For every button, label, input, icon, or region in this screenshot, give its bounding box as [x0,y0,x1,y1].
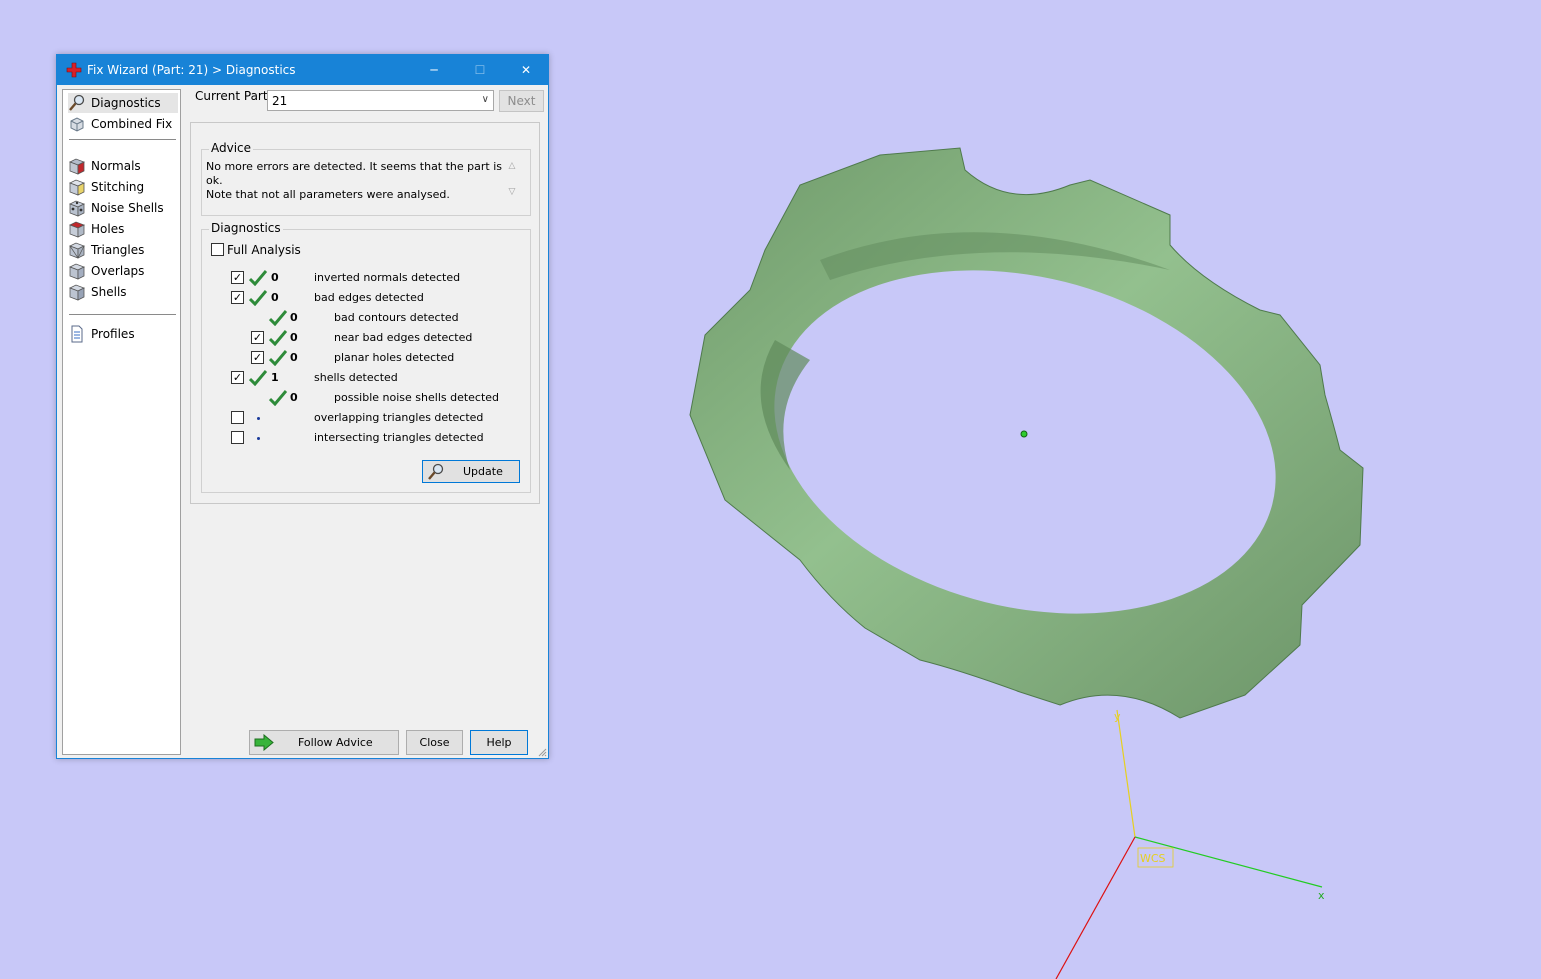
axis-y-label: y [1114,710,1121,723]
follow-advice-button[interactable]: Follow Advice [249,730,399,755]
row-label: intersecting triangles detected [314,431,484,444]
advice-line-2: Note that not all parameters were analys… [206,188,450,201]
row-checkbox[interactable]: ✓ [251,351,264,364]
axis-x-label: x [1318,889,1325,902]
advice-line-1: No more errors are detected. It seems th… [206,160,503,187]
full-analysis-label: Full Analysis [227,243,301,257]
ok-check-icon [249,290,267,306]
row-label: shells detected [314,371,398,384]
pending-dot-icon [257,417,260,420]
row-label: planar holes detected [334,351,455,364]
nav-item-label: Noise Shells [91,201,164,215]
current-part-select[interactable]: 21 ∨ [267,90,494,111]
fix-wizard-dialog: Fix Wizard (Part: 21) > Diagnostics ─ ☐ … [56,54,549,759]
chevron-down-icon: ∨ [481,94,489,105]
row-checkbox[interactable]: ✓ [251,331,264,344]
row-label: inverted normals detected [314,271,461,284]
ok-check-icon [269,350,287,366]
row-label: possible noise shells detected [334,391,500,404]
diag-row-near-bad-edges: ✓ 0 near bad edges detected [57,328,537,348]
diag-row-bad-contours: 0 bad contours detected [57,308,537,328]
scroll-down-icon[interactable]: ▽ [505,187,519,197]
row-count: 0 [290,391,298,404]
resize-grip-icon[interactable] [537,747,547,757]
current-part-label: Current Part: [195,89,272,103]
next-button[interactable]: Next [499,90,544,112]
nav-item-label: Diagnostics [91,96,161,110]
row-count: 0 [290,331,298,344]
close-button[interactable]: Close [406,730,463,755]
row-label: overlapping triangles detected [314,411,484,424]
nav-item-triangles[interactable]: Triangles [68,240,178,260]
noise-shells-icon [69,200,85,217]
ok-check-icon [269,330,287,346]
help-button[interactable]: Help [470,730,528,755]
row-checkbox[interactable]: ✓ [231,271,244,284]
row-label: near bad edges detected [334,331,473,344]
follow-advice-label: Follow Advice [298,736,373,749]
diagnostics-legend: Diagnostics [209,221,283,235]
diag-row-bad-edges: ✓ 0 bad edges detected [57,288,537,308]
stitching-cube-icon [69,179,85,196]
diag-row-inverted-normals: ✓ 0 inverted normals detected [57,268,537,288]
magnifier-icon [69,94,85,111]
triangles-cube-icon [69,242,85,259]
advice-scrollbar[interactable]: △ ▽ [505,161,519,207]
diag-row-shells: ✓ 1 shells detected [57,368,537,388]
row-label: bad contours detected [334,311,459,324]
window-title: Fix Wizard (Part: 21) > Diagnostics [87,63,296,77]
row-checkbox[interactable]: ✓ [231,291,244,304]
nav-item-diagnostics[interactable]: Diagnostics [68,93,178,113]
advice-legend: Advice [209,141,254,155]
magnifier-icon [428,463,444,480]
app-cross-icon [66,62,82,78]
diag-row-planar-holes: ✓ 0 planar holes detected [57,348,537,368]
wcs-label: WCS [1140,852,1166,865]
nav-item-label: Triangles [91,243,145,257]
advice-text: No more errors are detected. It seems th… [206,160,504,208]
nav-item-label: Normals [91,159,141,173]
minimize-button[interactable]: ─ [411,55,457,85]
row-count: 0 [271,271,279,284]
nav-item-holes[interactable]: Holes [68,219,178,239]
full-analysis-checkbox[interactable] [211,243,224,256]
update-label: Update [463,465,503,478]
title-bar[interactable]: Fix Wizard (Part: 21) > Diagnostics ─ ☐ … [57,55,548,85]
nav-item-combined-fix[interactable]: Combined Fix [68,114,178,134]
nav-item-noise-shells[interactable]: Noise Shells [68,198,178,218]
ok-check-icon [249,270,267,286]
arrow-right-icon [254,734,274,751]
row-checkbox[interactable] [231,431,244,444]
update-button[interactable]: Update [422,460,520,483]
holes-cube-icon [69,221,85,238]
normals-cube-icon [69,158,85,175]
row-count: 1 [271,371,279,384]
diag-row-overlapping-triangles: overlapping triangles detected [57,408,537,428]
diag-row-intersecting-triangles: intersecting triangles detected [57,428,537,448]
row-count: 0 [271,291,279,304]
current-part-value: 21 [272,94,288,108]
close-window-button[interactable]: ✕ [503,55,549,85]
row-count: 0 [290,311,298,324]
ok-check-icon [269,310,287,326]
row-count: 0 [290,351,298,364]
pending-dot-icon [257,437,260,440]
nav-item-normals[interactable]: Normals [68,156,178,176]
wcs-axes: y x WCS [1055,709,1325,979]
row-checkbox[interactable]: ✓ [231,371,244,384]
nav-item-label: Holes [91,222,125,236]
row-checkbox[interactable] [231,411,244,424]
combined-fix-icon [70,117,84,132]
pivot-point [1020,430,1028,438]
gear-ring-model[interactable] [680,140,1380,730]
nav-item-label: Combined Fix [91,117,173,131]
diag-row-noise-shells: 0 possible noise shells detected [57,388,537,408]
scroll-up-icon[interactable]: △ [505,161,519,171]
maximize-button[interactable]: ☐ [457,55,503,85]
ok-check-icon [269,390,287,406]
row-label: bad edges detected [314,291,424,304]
ok-check-icon [249,370,267,386]
nav-item-stitching[interactable]: Stitching [68,177,178,197]
nav-item-label: Stitching [91,180,145,194]
